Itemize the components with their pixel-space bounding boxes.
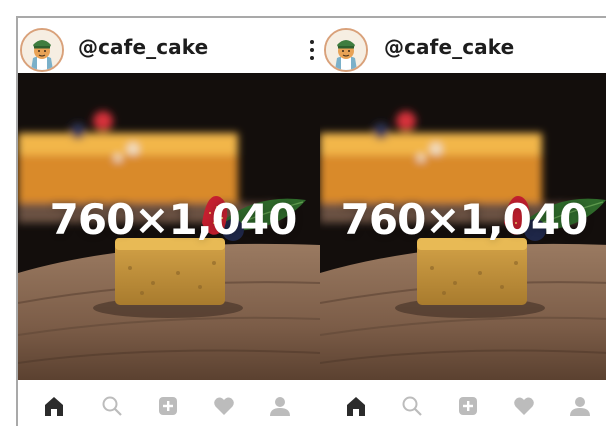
post-photo[interactable]: 760×1,040	[320, 73, 606, 380]
bottom-nav	[18, 380, 320, 426]
bottom-nav	[320, 380, 606, 426]
image-dimension-label: 760×1,040	[340, 195, 589, 244]
heart-icon[interactable]	[512, 395, 536, 417]
home-icon[interactable]	[344, 395, 368, 417]
username[interactable]: @cafe_cake	[78, 35, 208, 59]
chef-avatar-icon	[326, 30, 366, 70]
profile-icon[interactable]	[568, 395, 592, 417]
home-icon[interactable]	[42, 395, 66, 417]
chef-avatar-icon	[22, 30, 62, 70]
image-dimension-label: 760×1,040	[49, 195, 298, 244]
add-post-icon[interactable]	[156, 395, 180, 417]
profile-icon[interactable]	[268, 395, 292, 417]
post-panel-left: @cafe_cake 760×1,040	[18, 18, 320, 426]
search-icon[interactable]	[400, 395, 424, 417]
avatar[interactable]	[20, 28, 64, 72]
avatar[interactable]	[324, 28, 368, 72]
more-options-icon[interactable]	[308, 37, 316, 63]
add-post-icon[interactable]	[456, 395, 480, 417]
phone-frame: @cafe_cake 760×1,040 @cafe_cake 760×1,04…	[16, 16, 606, 426]
post-header: @cafe_cake	[320, 18, 606, 73]
post-panel-right: @cafe_cake 760×1,040	[320, 18, 606, 426]
search-icon[interactable]	[100, 395, 124, 417]
post-header: @cafe_cake	[18, 18, 320, 73]
post-photo[interactable]: 760×1,040	[18, 73, 320, 380]
username[interactable]: @cafe_cake	[384, 35, 514, 59]
heart-icon[interactable]	[212, 395, 236, 417]
